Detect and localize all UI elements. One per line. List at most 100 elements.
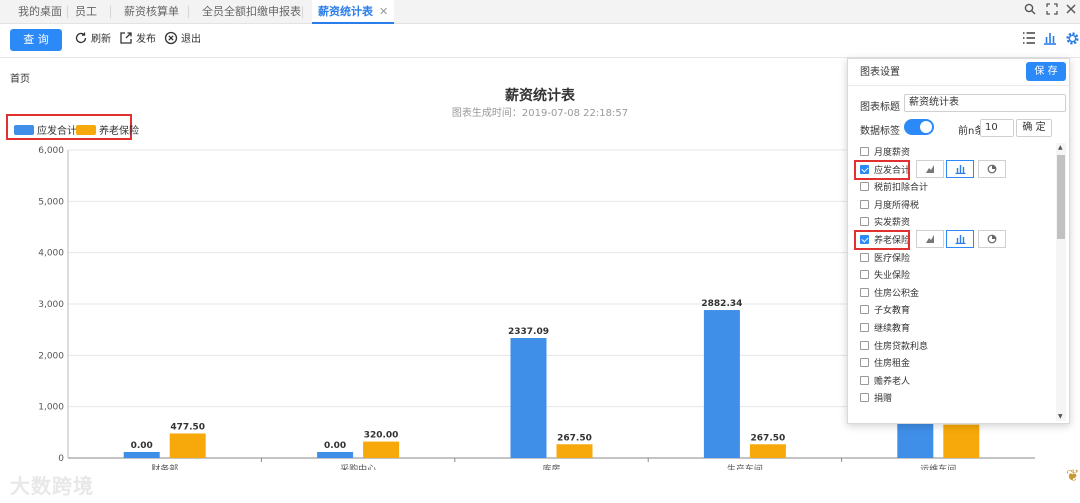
x-tick-label: 采购中心 — [340, 463, 376, 470]
top-n-input[interactable]: 10 — [980, 119, 1014, 137]
field-row[interactable]: 住房公积金 — [860, 286, 919, 303]
bar-pension — [169, 433, 206, 458]
field-row[interactable]: 捐赠 — [860, 391, 892, 408]
field-row[interactable]: 继续教育 — [860, 321, 910, 338]
scrollbar[interactable]: ▲ ▼ — [1056, 143, 1066, 421]
field-label: 医疗保险 — [874, 253, 911, 264]
field-label: 捐赠 — [874, 394, 893, 405]
area-chart-icon[interactable] — [916, 230, 944, 248]
field-label: 实发薪资 — [874, 218, 911, 229]
publish-icon — [120, 32, 132, 44]
bar-pension — [363, 441, 400, 458]
pie-chart-icon[interactable] — [978, 159, 1006, 178]
tab-payroll-sheet[interactable]: 薪资核算单 — [118, 0, 185, 24]
checkbox[interactable] — [860, 270, 869, 280]
chart-title-input[interactable]: 薪资统计表 — [904, 94, 1066, 112]
checkbox[interactable] — [860, 340, 869, 350]
bar-gross-pay — [703, 310, 740, 458]
publish-button[interactable]: 发布 — [119, 31, 156, 49]
field-row[interactable]: 失业保险 — [860, 268, 910, 285]
field-row[interactable]: 住房贷款利息 — [860, 339, 928, 356]
breadcrumb[interactable]: 首页 — [10, 70, 30, 85]
field-row[interactable]: 税前扣除合计 — [860, 180, 928, 197]
data-label-label: 数据标签 — [860, 126, 900, 137]
x-tick-label: 财务部 — [151, 463, 178, 470]
bar-pension — [749, 444, 786, 458]
field-label: 月度薪资 — [874, 148, 911, 158]
field-row[interactable]: 赡养老人 — [860, 374, 910, 391]
checkbox[interactable] — [860, 393, 869, 403]
gear-icon[interactable] — [1063, 31, 1080, 49]
bar-gross-pay — [317, 452, 354, 458]
tab-bar: 我的桌面 员工 薪资核算单 全员全额扣缴申报表 薪资统计表 ✕ — [0, 0, 1080, 24]
checkbox[interactable] — [860, 323, 869, 332]
publish-label: 发布 — [136, 34, 156, 45]
field-row[interactable]: 医疗保险 — [860, 251, 910, 268]
list-icon[interactable] — [1020, 31, 1038, 49]
scrollbar-thumb[interactable] — [1057, 155, 1065, 239]
data-label: 477.50 — [170, 422, 205, 432]
area-chart-icon[interactable] — [916, 159, 944, 178]
legend-item-pension[interactable]: 养老保险 — [76, 122, 139, 137]
field-label: 赡养老人 — [874, 376, 911, 387]
close-tab-icon[interactable]: ✕ — [379, 5, 388, 18]
checkbox[interactable] — [860, 358, 869, 368]
legend-item-gross-pay[interactable]: 应发合计 — [14, 122, 77, 137]
bar-chart-icon[interactable] — [1041, 31, 1059, 49]
checkbox[interactable] — [860, 252, 869, 262]
checkbox[interactable] — [860, 287, 869, 297]
query-button[interactable]: 查 询 — [10, 29, 62, 51]
refresh-button[interactable]: 刷新 — [74, 31, 111, 49]
field-row[interactable]: 月度所得税 — [860, 198, 919, 215]
exit-button[interactable]: 退出 — [164, 31, 201, 49]
y-tick-label: 4,000 — [38, 249, 64, 259]
checkbox[interactable] — [860, 217, 869, 227]
data-label-toggle[interactable] — [904, 119, 934, 135]
tab-desktop[interactable]: 我的桌面 — [12, 0, 68, 24]
legend-label: 养老保险 — [99, 126, 139, 137]
checkbox[interactable] — [860, 375, 869, 385]
search-icon[interactable] — [1021, 3, 1039, 21]
bar-chart-icon[interactable] — [946, 159, 974, 178]
pie-chart-icon[interactable] — [978, 230, 1006, 248]
bar-chart-icon[interactable] — [946, 230, 974, 248]
field-list: 月度薪资 应发合计 税前扣除合计 月度所得税 实发薪资 养老保险 医疗保险 失业保险 住房公积金… — [848, 143, 1056, 423]
panel-title: 图表设置 — [860, 67, 900, 78]
field-label: 住房租金 — [874, 359, 911, 370]
highlight-box — [854, 230, 910, 250]
data-label: 0.00 — [131, 441, 153, 451]
exit-label: 退出 — [181, 34, 201, 45]
checkbox[interactable] — [860, 305, 869, 315]
field-label: 月度所得税 — [874, 200, 920, 211]
field-row[interactable]: 子女教育 — [860, 303, 910, 320]
confirm-button[interactable]: 确 定 — [1016, 119, 1052, 137]
checkbox[interactable] — [860, 199, 869, 209]
scroll-up-icon[interactable]: ▲ — [1058, 144, 1063, 151]
field-row[interactable]: 住房租金 — [860, 356, 910, 373]
save-button[interactable]: 保 存 — [1026, 62, 1066, 81]
data-label: 267.50 — [751, 433, 786, 443]
tab-withholding-report[interactable]: 全员全额扣缴申报表 — [196, 0, 307, 24]
y-tick-label: 6,000 — [38, 146, 64, 156]
field-label: 税前扣除合计 — [874, 183, 929, 194]
x-tick-label: 运维车间 — [920, 463, 956, 470]
checkbox[interactable] — [860, 147, 869, 156]
data-label: 320.00 — [364, 431, 399, 441]
data-label: 2882.34 — [701, 299, 742, 309]
corner-decoration-icon: ❦ — [1066, 466, 1080, 485]
tab-salary-stats[interactable]: 薪资统计表 ✕ — [312, 0, 395, 24]
scroll-down-icon[interactable]: ▼ — [1058, 413, 1063, 420]
refresh-icon — [75, 32, 87, 44]
tab-salary-stats-label: 薪资统计表 — [318, 5, 373, 18]
legend-label: 应发合计 — [37, 126, 77, 137]
chart-legend: 应发合计 养老保险 — [6, 114, 139, 140]
close-icon[interactable] — [1062, 3, 1080, 21]
expand-icon[interactable] — [1043, 3, 1061, 21]
toolbar: 查 询 刷新 发布 退出 — [0, 24, 1080, 58]
data-label: 267.50 — [557, 433, 592, 443]
checkbox[interactable] — [860, 182, 869, 192]
y-tick-label: 2,000 — [38, 351, 64, 361]
data-label: 0.00 — [324, 441, 346, 451]
field-label: 子女教育 — [874, 306, 911, 317]
tab-employee[interactable]: 员工 — [69, 0, 103, 24]
